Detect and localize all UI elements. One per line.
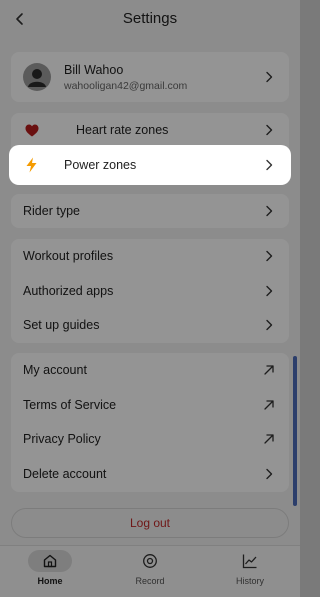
scrollbar[interactable]: [293, 356, 297, 506]
power-zones-row[interactable]: Power zones: [11, 147, 289, 183]
chevron-right-icon: [266, 159, 273, 171]
lightning-bolt-icon: [26, 157, 37, 173]
power-zones-label: Power zones: [64, 158, 137, 172]
modal-dim-overlay: [0, 0, 300, 597]
